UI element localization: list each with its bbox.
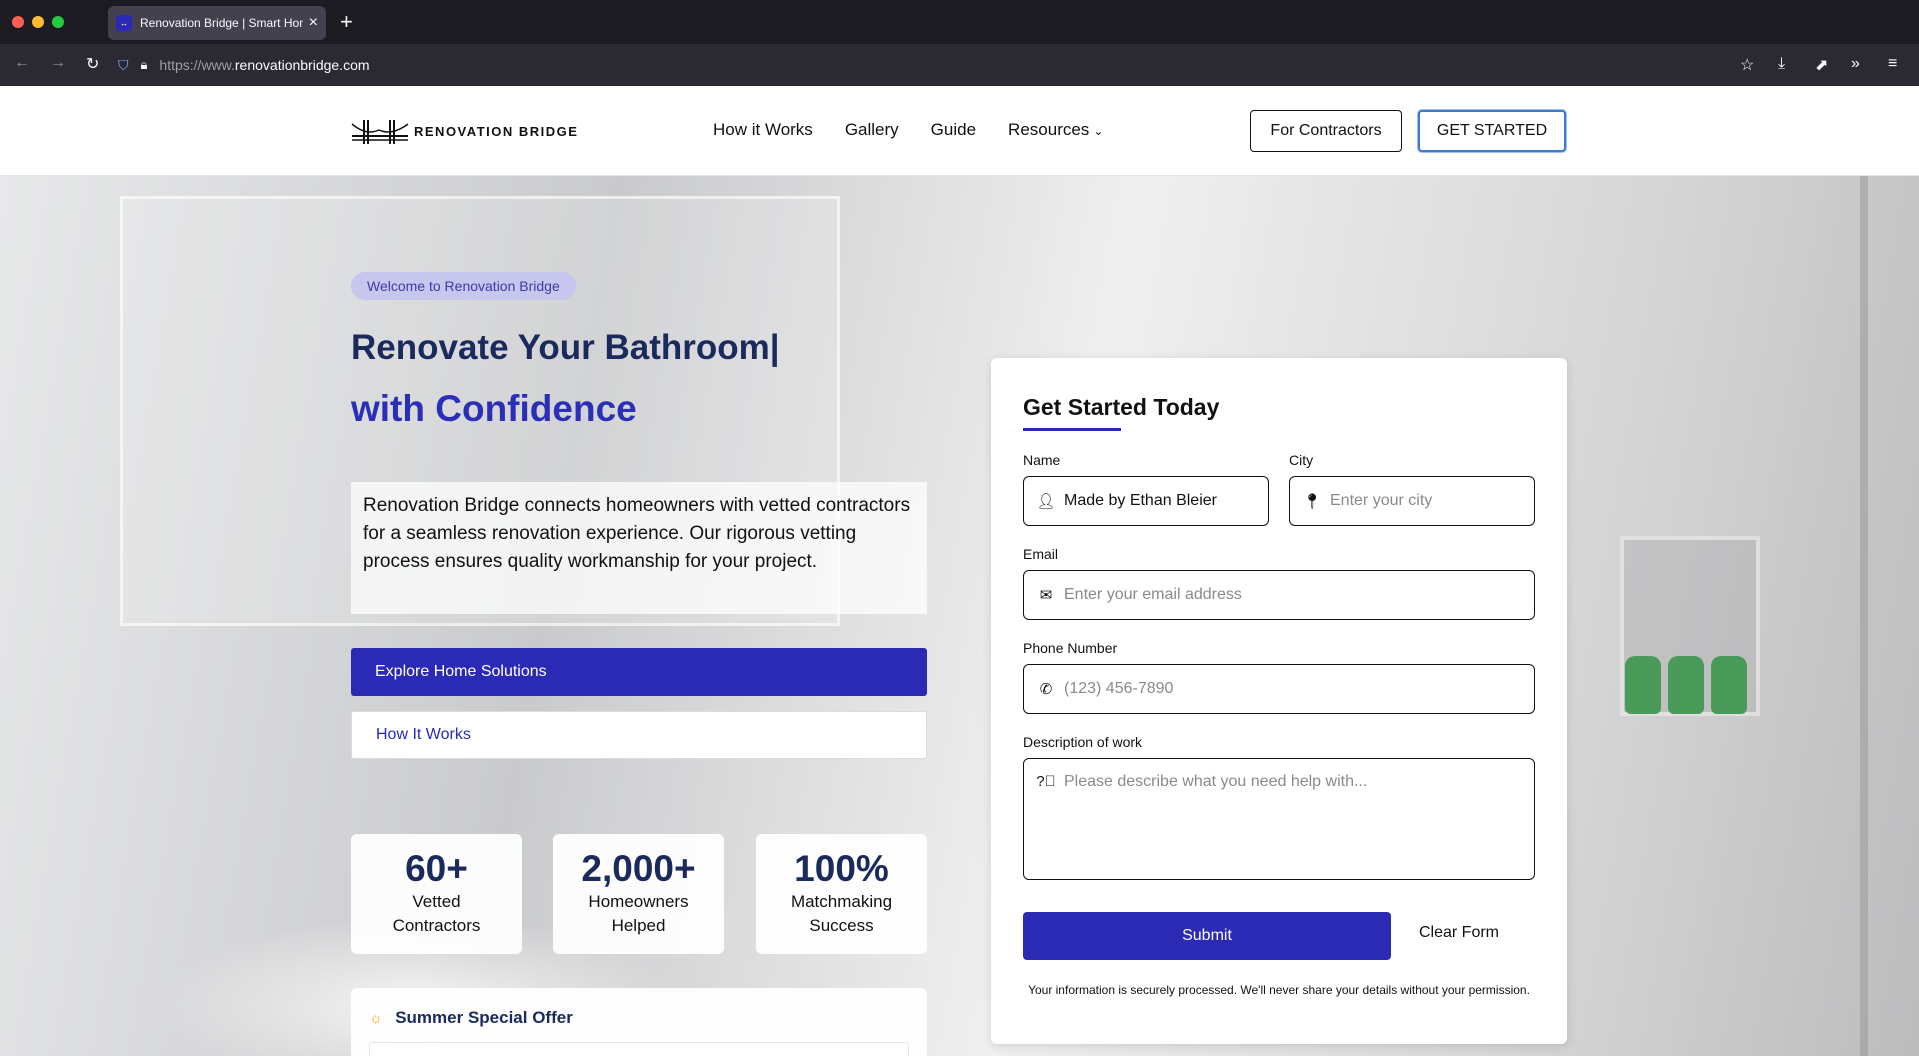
submit-button[interactable]: Submit [1023, 912, 1391, 960]
maximize-window-button[interactable] [52, 16, 64, 28]
form-title: Get Started Today [1023, 394, 1220, 420]
chevron-down-icon: ⌄ [1093, 124, 1104, 138]
browser-tab-active[interactable]: ↔ Renovation Bridge | Smart Home Renovat… [108, 6, 326, 40]
lock-icon[interactable]: 🔒︎ [141, 57, 148, 73]
offer-title: Summer Special Offer [395, 1008, 573, 1027]
close-tab-icon[interactable]: × [309, 14, 318, 32]
privacy-note: Your information is securely processed. … [1028, 983, 1530, 997]
sun-icon: ☼ [369, 1010, 383, 1027]
stat-card: 100% Matchmaking Success [756, 834, 927, 954]
stat-value: 2,000+ [581, 848, 696, 889]
overflow-chevron-icon[interactable]: » [1851, 55, 1860, 73]
reload-icon[interactable]: ↻ [86, 54, 99, 74]
summer-offer-card: ☼ Summer Special Offer [351, 988, 927, 1056]
new-tab-button[interactable]: + [340, 10, 353, 34]
page-viewport: RENOVATION BRIDGE How it Works Gallery G… [0, 86, 1919, 1056]
download-icon[interactable]: ⤓ [1778, 55, 1785, 73]
nav-gallery[interactable]: Gallery [845, 120, 899, 140]
nav-resources[interactable]: Resources ⌄ [1008, 120, 1103, 140]
form-title-underline [1023, 428, 1121, 431]
back-arrow-icon[interactable]: ← [14, 54, 30, 72]
map-pin-icon: 📍︎ [1302, 493, 1322, 510]
phone-field[interactable]: ✆ (123) 456-7890 [1023, 664, 1535, 714]
how-it-works-button[interactable]: How It Works [351, 711, 927, 759]
stat-card: 2,000+ Homeowners Helped [553, 834, 724, 954]
city-placeholder: Enter your city [1330, 492, 1433, 509]
description-label: Description of work [1023, 734, 1143, 750]
stat-label: Matchmaking [790, 892, 893, 911]
name-label: Name [1023, 452, 1061, 468]
bottle-image [1625, 656, 1661, 714]
hero-headline-line2: with Confidence [351, 388, 637, 429]
name-value: Made by Ethan Bleier [1064, 492, 1217, 509]
stat-label: Homeowners [588, 892, 689, 911]
nav-guide[interactable]: Guide [931, 120, 976, 140]
offer-content-placeholder [369, 1042, 909, 1056]
menu-icon[interactable]: ≡ [1888, 55, 1897, 73]
email-field[interactable]: ✉ Enter your email address [1023, 570, 1535, 620]
stat-label: Contractors [392, 916, 481, 935]
extensions-icon[interactable]: ⬈ [1815, 55, 1828, 75]
user-icon: 👤︎ [1036, 493, 1056, 510]
nav-resources-label: Resources [1008, 120, 1090, 139]
browser-nav-bar: ← → ↻ ⛉ 🔒︎ https://www.renovationbridge.… [0, 44, 1919, 86]
logo-text: RENOVATION BRIDGE [414, 123, 579, 139]
address-bar[interactable]: ⛉ 🔒︎ https://www.renovationbridge.com [118, 50, 1738, 80]
explore-home-solutions-button[interactable]: Explore Home Solutions [351, 648, 927, 696]
hero-headline-line1: Renovate Your Bathroom| [351, 328, 780, 367]
bottle-image [1711, 656, 1747, 714]
site-logo[interactable]: RENOVATION BRIDGE [350, 116, 578, 146]
phone-label: Phone Number [1023, 640, 1118, 656]
lead-form-card: Get Started Today Name 👤︎ Made by Ethan … [991, 358, 1567, 1044]
city-label: City [1289, 452, 1314, 468]
city-field[interactable]: 📍︎ Enter your city [1289, 476, 1535, 526]
minimize-window-button[interactable] [32, 16, 44, 28]
hero-section: Welcome to Renovation Bridge Renovate Yo… [0, 176, 1919, 1056]
nav-how-it-works[interactable]: How it Works [713, 120, 813, 140]
forward-arrow-icon[interactable]: → [50, 54, 66, 72]
hero-intro-text: Renovation Bridge connects homeowners wi… [351, 482, 927, 614]
get-started-button[interactable]: GET STARTED [1418, 110, 1566, 152]
stat-card: 60+ Vetted Contractors [351, 834, 522, 954]
shield-icon[interactable]: ⛉ [118, 57, 129, 74]
description-placeholder: Please describe what you need help with.… [1064, 773, 1368, 790]
site-header: RENOVATION BRIDGE How it Works Gallery G… [0, 86, 1919, 176]
stat-label: Success [809, 916, 874, 935]
stat-value: 60+ [405, 848, 468, 889]
stat-label: Helped [611, 916, 666, 935]
description-textarea[interactable]: ?⃝ Please describe what you need help wi… [1023, 758, 1535, 880]
bridge-logo-icon [351, 120, 409, 144]
star-icon[interactable]: ☆ [1740, 55, 1754, 75]
favicon-icon: ↔ [116, 15, 132, 31]
phone-icon: ✆ [1039, 681, 1053, 698]
envelope-icon: ✉ [1039, 587, 1053, 604]
url-text: https://www.renovationbridge.com [159, 57, 370, 73]
hero-background-glass-edge [1860, 176, 1868, 1056]
email-placeholder: Enter your email address [1064, 586, 1242, 603]
bottle-image [1668, 656, 1704, 714]
tab-title: Renovation Bridge | Smart Home Renovatio… [140, 16, 303, 30]
close-window-button[interactable] [12, 16, 24, 28]
phone-placeholder: (123) 456-7890 [1064, 680, 1174, 697]
for-contractors-button[interactable]: For Contractors [1250, 110, 1402, 152]
welcome-badge: Welcome to Renovation Bridge [351, 272, 576, 300]
stat-label: Vetted [412, 892, 461, 911]
main-nav: How it Works Gallery Guide Resources ⌄ [713, 120, 1135, 140]
email-label: Email [1023, 546, 1059, 562]
stat-value: 100% [794, 848, 889, 889]
question-circle-icon: ?⃝ [1036, 773, 1056, 790]
name-field[interactable]: 👤︎ Made by Ethan Bleier [1023, 476, 1269, 526]
clear-form-button[interactable]: Clear Form [1419, 924, 1499, 942]
browser-tab-bar: ↔ Renovation Bridge | Smart Home Renovat… [0, 0, 1919, 44]
